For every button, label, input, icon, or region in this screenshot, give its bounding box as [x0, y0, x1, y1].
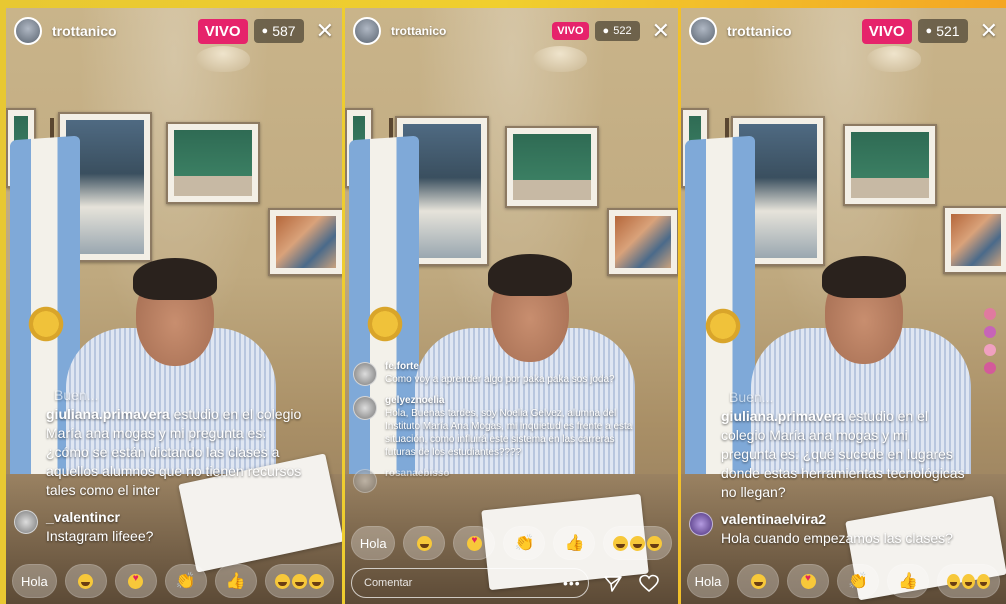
close-icon[interactable]: ✕: [980, 20, 998, 42]
clap-emoji[interactable]: 👏: [164, 564, 207, 598]
laugh-emoji[interactable]: [403, 526, 446, 560]
stream-header: trottanico VIVO ● 521 ✕: [689, 14, 998, 48]
avatar[interactable]: [689, 17, 717, 45]
username[interactable]: trottanico: [391, 24, 552, 38]
comment-item: gelyeznoelia Hola, Buenas tardes, soy Noe…: [353, 394, 638, 459]
ceiling-lamp: [533, 46, 587, 72]
heart-eyes-emoji[interactable]: [453, 526, 496, 560]
heart-icon[interactable]: [639, 574, 659, 594]
ceiling-lamp: [867, 46, 921, 72]
live-badge: VIVO: [552, 22, 589, 40]
comment-avatar[interactable]: [14, 510, 38, 534]
triple-laugh-emoji[interactable]: [264, 564, 334, 598]
comment-text: Hola cuando empezamos las clases?: [721, 530, 953, 546]
more-options-icon[interactable]: •••: [563, 575, 581, 591]
comment-item: valentinaelvira2 Hola cuando empezamos la…: [689, 510, 966, 548]
live-badge: VIVO: [861, 18, 912, 44]
clap-emoji[interactable]: 👏: [837, 564, 879, 598]
viewer-count-value: 521: [936, 23, 960, 39]
comment-avatar[interactable]: [353, 362, 377, 386]
avatar[interactable]: [14, 17, 42, 45]
eye-icon: ●: [925, 25, 933, 37]
children-photo: [943, 206, 1006, 274]
comment-avatar[interactable]: [353, 396, 377, 420]
quick-reactions-bar: Hola 👏 👍: [12, 564, 336, 598]
comment-user[interactable]: giuliana.primavera: [721, 408, 845, 424]
comment-item: rosanaebisso: [353, 467, 638, 493]
triple-laugh-emoji[interactable]: [603, 526, 672, 560]
live-stream-panel-2: trottanico VIVO ● 522 ✕ fe.forte Como voy …: [345, 8, 678, 604]
comment-item: _valentincr Instagram lifeee?: [14, 508, 302, 546]
close-icon[interactable]: ✕: [316, 20, 334, 42]
comment-user[interactable]: rosanaebisso: [385, 467, 449, 480]
classroom-painting: [166, 122, 260, 204]
classroom-painting: [843, 124, 937, 206]
viewer-count[interactable]: ● 521: [917, 19, 968, 43]
laugh-emoji[interactable]: [737, 564, 779, 598]
comment-feed: Buen... giuliana.primavera estudio en el…: [14, 386, 302, 554]
comment-input[interactable]: [351, 568, 589, 598]
comment-user[interactable]: giuliana.primavera: [46, 406, 170, 422]
live-stream-panel-1: trottanico VIVO ● 587 ✕ Buen... giuliana.…: [6, 8, 342, 604]
ceiling-lamp: [196, 46, 250, 72]
username[interactable]: trottanico: [727, 23, 862, 39]
classroom-painting: [505, 126, 599, 208]
comment-text: Hola, Buenas tardes, soy Noelia Gelvez, …: [385, 408, 633, 458]
comment-user[interactable]: gelyeznoelia: [385, 394, 638, 407]
comment-item: fe.forte Como voy a aprender algo por pak…: [353, 360, 638, 386]
quick-reactions-bar: Hola 👏 👍: [687, 564, 1000, 598]
viewer-count[interactable]: ● 587: [253, 19, 304, 43]
stream-header: trottanico VIVO ● 522 ✕: [353, 14, 670, 48]
flag-sun: [703, 306, 743, 346]
comment-user[interactable]: fe.forte: [385, 360, 615, 373]
quick-reactions-bar: Hola 👏 👍: [351, 526, 672, 560]
eye-icon: ●: [261, 25, 269, 37]
flag-sun: [365, 304, 405, 344]
triple-laugh-emoji[interactable]: [937, 564, 1000, 598]
live-stream-panel-3: trottanico VIVO ● 521 ✕ Buen... giuliana.…: [681, 8, 1006, 604]
close-icon[interactable]: ✕: [652, 20, 670, 42]
clap-emoji[interactable]: 👏: [503, 526, 546, 560]
viewer-count-value: 587: [272, 23, 296, 39]
heart-eyes-emoji[interactable]: [787, 564, 829, 598]
quick-reply-hola[interactable]: Hola: [12, 564, 57, 598]
comment-text: Buen...: [729, 389, 774, 405]
comment-user[interactable]: valentinaelvira2: [721, 510, 953, 529]
eye-icon: ●: [602, 25, 610, 37]
comment-item: giuliana.primavera estudio en el colegio…: [721, 407, 966, 502]
avatar[interactable]: [353, 17, 381, 45]
children-photo: [607, 208, 678, 276]
comment-text: Instagram lifeee?: [46, 528, 154, 544]
comment-avatar[interactable]: [689, 512, 713, 536]
username[interactable]: trottanico: [52, 23, 198, 39]
viewer-count-value: 522: [613, 25, 632, 37]
stream-header: trottanico VIVO ● 587 ✕: [14, 14, 334, 48]
live-badge: VIVO: [197, 18, 248, 44]
quick-reply-hola[interactable]: Hola: [687, 564, 729, 598]
laugh-emoji[interactable]: [64, 564, 107, 598]
thumbs-up-emoji[interactable]: 👍: [887, 564, 929, 598]
floating-hearts: [984, 308, 1002, 374]
flag-sun: [26, 304, 66, 344]
thumbs-up-emoji[interactable]: 👍: [214, 564, 257, 598]
comment-user[interactable]: _valentincr: [46, 508, 153, 527]
viewer-count[interactable]: ● 522: [594, 21, 640, 41]
comment-avatar[interactable]: [353, 469, 377, 493]
comment-feed: Buen... giuliana.primavera estudio en el…: [689, 388, 966, 556]
comment-feed: fe.forte Como voy a aprender algo por pak…: [353, 360, 638, 501]
send-icon[interactable]: [603, 574, 623, 594]
comment-text: Como voy a aprender algo por paka paka s…: [385, 374, 615, 385]
heart-eyes-emoji[interactable]: [114, 564, 157, 598]
thumbs-up-emoji[interactable]: 👍: [553, 526, 596, 560]
comment-text: Buen...: [54, 387, 99, 403]
children-photo: [268, 208, 342, 276]
quick-reply-hola[interactable]: Hola: [351, 526, 396, 560]
comment-item: giuliana.primavera estudio en el colegio…: [46, 405, 302, 500]
